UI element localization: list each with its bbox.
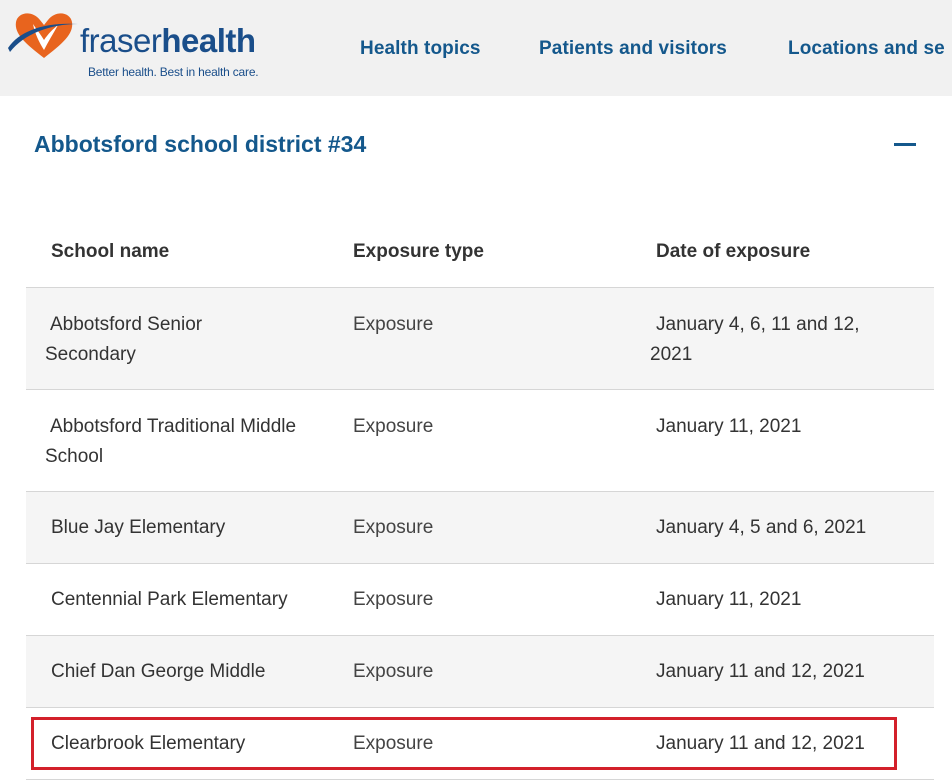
school-name-line: Abbotsford Senior <box>50 314 203 335</box>
date-line: 2021 <box>650 344 693 365</box>
site-header: fraserhealth Better health. Best in heal… <box>0 0 952 96</box>
exposure-type-cell: Exposure <box>353 661 434 682</box>
school-name-cell: Centennial Park Elementary <box>51 589 288 610</box>
brand-tagline: Better health. Best in health care. <box>88 65 259 79</box>
heart-logo-icon <box>8 13 78 59</box>
school-name-cell: Blue Jay Elementary <box>51 517 226 538</box>
exposure-type-cell: Exposure <box>353 416 434 437</box>
nav-health-topics[interactable]: Health topics <box>360 38 481 60</box>
highlight-box <box>31 717 897 770</box>
school-exposure-table: School name Exposure type Date of exposu… <box>26 216 934 780</box>
school-name-cell: Abbotsford Traditional Middle School <box>45 412 335 472</box>
table-row: Abbotsford Senior Secondary Exposure Jan… <box>26 288 934 390</box>
table-row: Blue Jay Elementary Exposure January 4, … <box>26 492 934 564</box>
section-title[interactable]: Abbotsford school district #34 <box>34 131 366 158</box>
school-name-line: Abbotsford Traditional Middle <box>50 416 297 437</box>
collapse-minus-icon[interactable] <box>894 143 916 146</box>
date-cell: January 11, 2021 <box>656 589 802 610</box>
table-row: Chief Dan George Middle Exposure January… <box>26 636 934 708</box>
school-name-line: School <box>45 446 104 467</box>
exposure-type-cell: Exposure <box>353 589 434 610</box>
table-row: Centennial Park Elementary Exposure Janu… <box>26 564 934 636</box>
date-cell: January 4, 5 and 6, 2021 <box>656 517 867 538</box>
date-line: January 4, 6, 11 and 12, <box>656 314 860 335</box>
date-cell: January 4, 6, 11 and 12, 2021 <box>650 310 890 370</box>
header-school-name: School name <box>51 241 170 262</box>
school-name-line: Secondary <box>45 344 136 365</box>
header-exposure-type: Exposure type <box>353 241 484 262</box>
table-header-row: School name Exposure type Date of exposu… <box>26 216 934 288</box>
header-date-of-exposure: Date of exposure <box>656 241 811 262</box>
table-row: Abbotsford Traditional Middle School Exp… <box>26 390 934 492</box>
brand-name: fraserhealth <box>80 22 256 60</box>
nav-patients-and-visitors[interactable]: Patients and visitors <box>539 38 727 60</box>
date-cell: January 11 and 12, 2021 <box>656 661 865 682</box>
exposure-type-cell: Exposure <box>353 314 434 335</box>
nav-locations-and-services[interactable]: Locations and se <box>788 38 945 60</box>
school-name-cell: Chief Dan George Middle <box>51 661 266 682</box>
exposure-type-cell: Exposure <box>353 517 434 538</box>
brand-name-light: fraser <box>80 22 162 59</box>
fraserhealth-logo[interactable]: fraserhealth Better health. Best in heal… <box>6 10 259 80</box>
brand-name-bold: health <box>161 22 256 59</box>
school-name-cell: Abbotsford Senior Secondary <box>45 310 335 370</box>
date-cell: January 11, 2021 <box>656 416 802 437</box>
